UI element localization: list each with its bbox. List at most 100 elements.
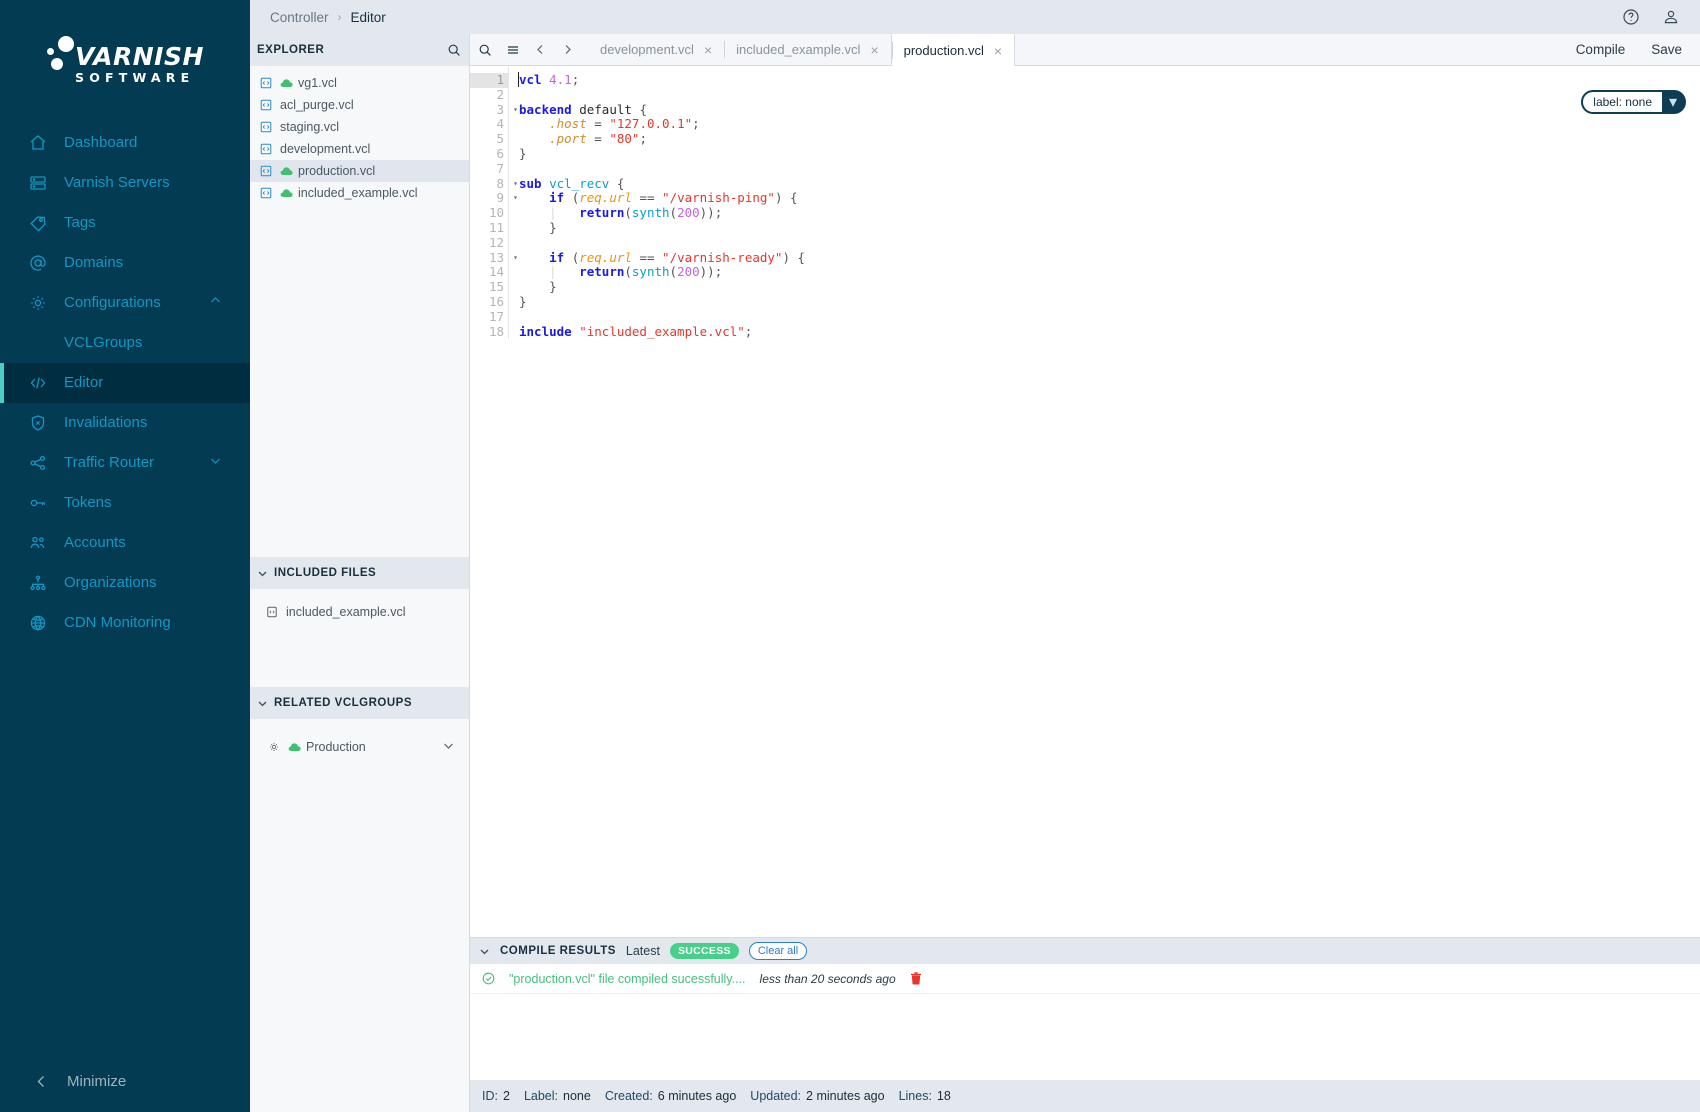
breadcrumb-root[interactable]: Controller <box>270 10 329 25</box>
sidebar-item-tags[interactable]: Tags <box>0 203 250 243</box>
logo-primary-text: VARNISH <box>75 42 204 71</box>
tab-label: production.vcl <box>903 43 984 58</box>
chevron-left-icon[interactable] <box>534 43 547 56</box>
status-label: Label: none <box>523 1089 591 1103</box>
editor-tabbar: development.vcl × included_example.vcl ×… <box>470 34 1700 66</box>
sidebar-item-tokens[interactable]: Tokens <box>0 483 250 523</box>
compile-results-header: COMPILE RESULTS Latest SUCCESS Clear all <box>470 938 1700 964</box>
list-item[interactable]: Production <box>250 735 469 759</box>
sidebar-item-label: CDN Monitoring <box>64 614 171 631</box>
list-item[interactable]: included_example.vcl <box>250 182 469 204</box>
related-vclgroups-header[interactable]: RELATED VCLGROUPS <box>250 687 469 719</box>
shield-x-icon <box>25 413 51 433</box>
save-button[interactable]: Save <box>1651 42 1682 57</box>
file-name: included_example.vcl <box>286 605 406 619</box>
sidebar-item-organizations[interactable]: Organizations <box>0 563 250 603</box>
chevron-down-icon[interactable]: ▾ <box>1662 92 1684 112</box>
status-id: ID: 2 <box>482 1089 510 1103</box>
sidebar-item-varnish-servers[interactable]: Varnish Servers <box>0 163 250 203</box>
tab-production-vcl[interactable]: production.vcl × <box>890 34 1016 66</box>
list-item[interactable]: included_example.vcl <box>250 601 469 623</box>
compile-button[interactable]: Compile <box>1576 42 1626 57</box>
sidebar-item-invalidations[interactable]: Invalidations <box>0 403 250 443</box>
line-number: 2 <box>496 86 504 102</box>
label-selector-value: label: none <box>1583 92 1662 112</box>
sidebar-item-label: Domains <box>64 254 124 271</box>
brand-logo: VARNISH SOFTWARE <box>0 0 250 119</box>
server-icon <box>25 173 51 193</box>
code-content[interactable]: vcl 4.1; backend default { .host = "127.… <box>508 66 1700 340</box>
sidebar: VARNISH SOFTWARE Dashboard Varnish Serve… <box>0 0 250 1112</box>
code-line: .host = "127.0.0.1"; <box>549 116 700 132</box>
sidebar-item-label: Tags <box>64 214 96 231</box>
topbar-actions <box>1622 8 1686 26</box>
code-line: } <box>519 145 527 161</box>
included-files-header[interactable]: INCLUDED FILES <box>250 557 469 589</box>
tag-icon <box>25 213 51 233</box>
list-item[interactable]: acl_purge.vcl <box>250 94 469 116</box>
sidebar-item-domains[interactable]: Domains <box>0 243 250 283</box>
help-circle-icon[interactable] <box>1622 8 1640 26</box>
sidebar-item-accounts[interactable]: Accounts <box>0 523 250 563</box>
line-number: 4 <box>496 116 504 132</box>
user-icon[interactable] <box>1662 8 1680 26</box>
clear-all-button[interactable]: Clear all <box>748 942 808 960</box>
chevron-down-icon[interactable] <box>442 739 455 755</box>
list-item[interactable]: staging.vcl <box>250 116 469 138</box>
code-editor[interactable]: 1 2 3▾ 4 5 6 7 8▾ 9▾ 10 11 12 13▾ 14 <box>470 66 1700 937</box>
gear-icon <box>25 293 51 313</box>
vcl-file-icon <box>266 606 278 618</box>
key-icon <box>25 493 51 513</box>
sidebar-item-label: VCLGroups <box>64 334 143 351</box>
top-bar: Controller › Editor <box>250 0 1700 34</box>
list-item[interactable]: production.vcl <box>250 160 469 182</box>
chevron-down-icon[interactable] <box>479 946 490 957</box>
sidebar-item-label: Tokens <box>64 494 112 511</box>
close-icon[interactable]: × <box>994 44 1002 58</box>
table-row: "production.vcl" file compiled sucessful… <box>470 964 1700 994</box>
related-vclgroups-body: Production <box>250 719 469 1112</box>
code-icon <box>25 373 51 393</box>
code-line: if (req.url == "/varnish-ping") { <box>549 190 798 206</box>
line-number: 1 <box>470 72 508 88</box>
line-number: 15 <box>488 279 504 295</box>
breadcrumb-separator: › <box>337 10 342 24</box>
sidebar-item-label: Traffic Router <box>64 454 155 471</box>
code-line: .port = "80"; <box>549 131 647 147</box>
chevron-up-icon[interactable] <box>209 294 222 311</box>
search-icon[interactable] <box>447 43 461 57</box>
tab-included-example-vcl[interactable]: included_example.vcl × <box>724 34 890 65</box>
varnish-dots-icon <box>44 34 74 70</box>
vclgroup-name: Production <box>306 740 366 754</box>
trash-icon[interactable] <box>910 972 922 985</box>
gear-icon <box>268 741 280 753</box>
editor-toolbar-icons <box>470 34 588 65</box>
sidebar-item-label: Editor <box>64 374 104 391</box>
list-item[interactable]: vg1.vcl <box>250 72 469 94</box>
breadcrumb: Controller › Editor <box>270 10 386 25</box>
sidebar-item-configurations[interactable]: Configurations <box>0 283 250 323</box>
vcl-file-icon <box>260 121 272 133</box>
label-selector[interactable]: label: none ▾ <box>1581 90 1686 114</box>
cloud-icon <box>280 78 293 88</box>
minimize-button[interactable]: Minimize <box>0 1073 250 1090</box>
menu-icon[interactable] <box>506 43 520 57</box>
close-icon[interactable]: × <box>870 43 878 57</box>
sidebar-item-traffic-router[interactable]: Traffic Router <box>0 443 250 483</box>
sidebar-item-dashboard[interactable]: Dashboard <box>0 123 250 163</box>
chevron-right-icon[interactable] <box>561 43 574 56</box>
chevron-left-icon <box>28 1073 54 1090</box>
sidebar-item-vclgroups[interactable]: VCLGroups <box>0 323 250 363</box>
sidebar-item-label: Accounts <box>64 534 126 551</box>
tab-development-vcl[interactable]: development.vcl × <box>588 34 724 65</box>
search-icon[interactable] <box>478 43 492 57</box>
main-area: Controller › Editor EXPLORER vg1.vcl acl… <box>250 0 1700 1112</box>
status-updated: Updated: 2 minutes ago <box>750 1089 885 1103</box>
sidebar-item-cdn-monitoring[interactable]: CDN Monitoring <box>0 603 250 643</box>
close-icon[interactable]: × <box>704 43 712 57</box>
sidebar-item-editor[interactable]: Editor <box>0 362 250 403</box>
chevron-down-icon[interactable] <box>209 454 222 471</box>
list-item[interactable]: development.vcl <box>250 138 469 160</box>
breadcrumb-current: Editor <box>350 9 386 25</box>
